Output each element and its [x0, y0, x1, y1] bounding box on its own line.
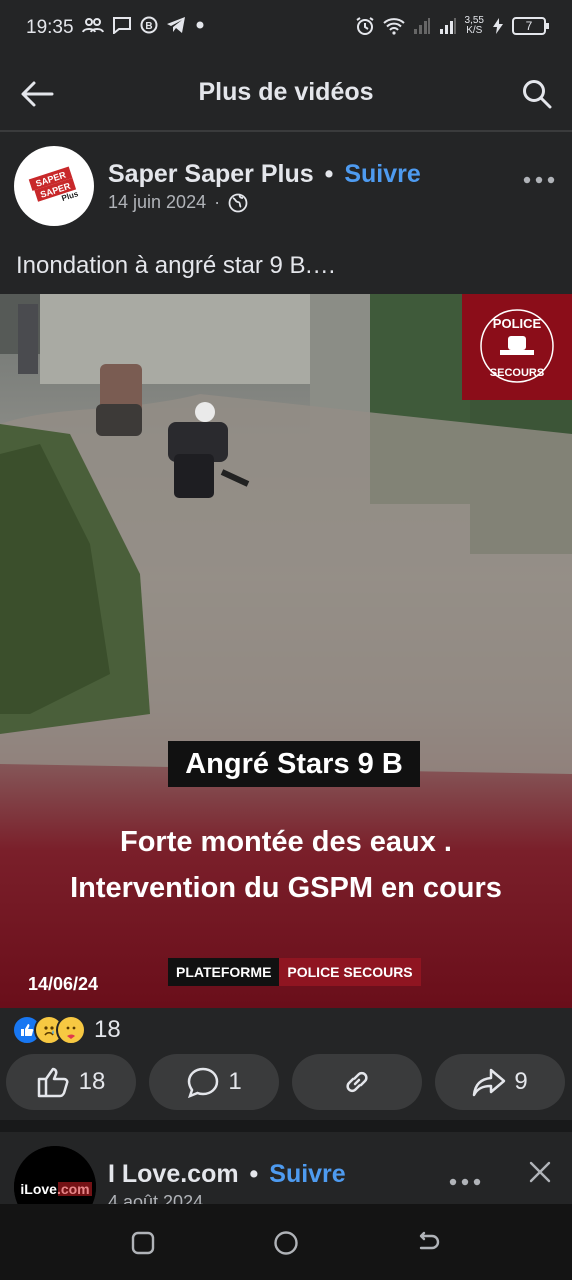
status-time: 19:35 [26, 17, 74, 38]
comment-count: 1 [228, 1068, 242, 1095]
next-follow-button[interactable]: Suivre [269, 1160, 345, 1188]
signal-icon-2 [439, 18, 456, 34]
platform-left-label: PLATEFORME [168, 958, 280, 986]
charging-icon [493, 18, 503, 34]
share-count: 9 [514, 1068, 528, 1095]
system-icons: 3,55 K/S 7 [355, 15, 549, 36]
notification-icons: B [82, 16, 206, 34]
author-name[interactable]: Saper Saper Plus [108, 160, 314, 188]
meta-separator: · [214, 192, 221, 212]
network-speed: 3,55 K/S [464, 15, 484, 36]
post-actions: 18 1 9 [0, 1054, 572, 1112]
search-icon[interactable] [522, 79, 552, 109]
saper-logo: SAPER SAPER Plus [28, 166, 80, 203]
separator-dot: • [324, 160, 334, 188]
author-line: Saper Saper Plus • Suivre [108, 160, 421, 189]
home-icon[interactable] [273, 1230, 299, 1256]
next-more-options-icon[interactable] [448, 1172, 482, 1192]
reactions-count: 18 [94, 1016, 121, 1043]
next-author-line: I Love.com • Suivre [108, 1160, 346, 1189]
svg-text:B: B [145, 21, 152, 32]
copy-link-button[interactable] [292, 1054, 422, 1110]
share-arrow-icon [473, 1068, 506, 1097]
battery-indicator: 7 [512, 17, 549, 35]
video-date-stamp: 14/06/24 [28, 974, 99, 994]
wifi-icon [382, 18, 405, 35]
ilove-logo: iLove.com [14, 1146, 96, 1204]
post-caption[interactable]: Inondation à angré star 9 B.… [16, 252, 336, 280]
next-post-date[interactable]: 4 août 2024 [108, 1192, 203, 1204]
like-count: 18 [78, 1068, 106, 1095]
group-icon [82, 18, 104, 33]
video-title-box: Angré Stars 9 B [168, 741, 420, 787]
next-post-header: iLove.com I Love.com • Suivre 4 août 202… [0, 1132, 572, 1204]
comment-button[interactable]: 1 [149, 1054, 279, 1110]
platform-right-label: POLICE SECOURS [279, 958, 421, 986]
share-button[interactable]: 9 [435, 1054, 565, 1110]
signal-icon-1 [413, 18, 430, 34]
page-title: Plus de vidéos [198, 78, 374, 106]
comment-icon [188, 1067, 219, 1098]
post-date[interactable]: 14 juin 2024 [108, 192, 206, 213]
more-options-icon[interactable] [522, 170, 556, 190]
like-button[interactable]: 18 [6, 1054, 136, 1110]
post-divider [0, 1120, 572, 1132]
link-icon [346, 1071, 368, 1093]
globe-icon [228, 193, 248, 212]
video-line-2: Intervention du GSPM en cours [70, 872, 502, 904]
follow-button[interactable]: Suivre [344, 160, 420, 188]
thumbs-up-icon [37, 1067, 69, 1098]
post-meta: 14 juin 2024 · [108, 192, 248, 213]
author-avatar[interactable]: SAPER SAPER Plus [14, 146, 94, 226]
next-author-name[interactable]: I Love.com [108, 1160, 239, 1188]
message-icon [113, 17, 131, 34]
next-separator-dot: • [249, 1160, 259, 1188]
dot-icon [196, 21, 204, 29]
close-icon[interactable] [528, 1160, 552, 1184]
status-bar: 19:35 B 3,55 K/S 7 [0, 0, 572, 58]
svg-text:SECOURS: SECOURS [490, 367, 544, 379]
reactions-summary[interactable]: 18 [12, 1014, 121, 1046]
svg-text:POLICE: POLICE [493, 316, 542, 331]
system-navigation-bar [0, 1204, 572, 1280]
telegram-icon [167, 17, 185, 33]
police-secours-badge: POLICE SECOURS [462, 294, 572, 400]
platform-banner: PLATEFORME POLICE SECOURS [168, 958, 421, 986]
back-nav-icon[interactable] [415, 1230, 441, 1256]
care-reaction-icon [56, 1015, 86, 1045]
top-navigation: Plus de vidéos [0, 58, 572, 132]
post-header: SAPER SAPER Plus Saper Saper Plus • Suiv… [0, 132, 572, 232]
police-badge-emblem: POLICE SECOURS [480, 309, 554, 383]
video-player[interactable]: POLICE SECOURS Angré Stars 9 B Forte mon… [0, 294, 572, 1008]
video-line-1: Forte montée des eaux . [120, 826, 452, 858]
recent-apps-icon[interactable] [130, 1230, 156, 1256]
alarm-icon [355, 17, 374, 35]
next-author-avatar[interactable]: iLove.com [14, 1146, 96, 1204]
b-circle-icon: B [140, 16, 158, 34]
